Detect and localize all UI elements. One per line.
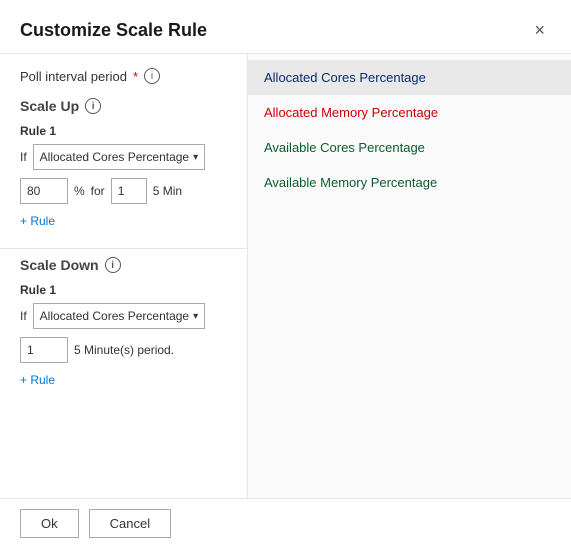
scale-up-for-label: for [91, 184, 105, 198]
scale-down-info-icon[interactable]: i [105, 257, 121, 273]
scale-up-metric-value: Allocated Cores Percentage [40, 150, 189, 164]
scale-down-section: Scale Down i Rule 1 If Allocated Cores P… [0, 257, 247, 399]
dropdown-item-allocated-memory[interactable]: Allocated Memory Percentage [248, 95, 571, 130]
scale-up-time-input[interactable] [111, 178, 147, 204]
scale-up-if-row: If Allocated Cores Percentage ▾ [20, 144, 227, 170]
scale-up-add-rule-button[interactable]: + Rule [20, 212, 55, 230]
scale-down-value-input[interactable] [20, 337, 68, 363]
close-button[interactable]: × [528, 18, 551, 43]
scale-down-metric-dropdown[interactable]: Allocated Cores Percentage ▾ [33, 303, 205, 329]
scale-up-info-icon[interactable]: i [85, 98, 101, 114]
scale-up-metric-dropdown[interactable]: Allocated Cores Percentage ▾ [33, 144, 205, 170]
cancel-button[interactable]: Cancel [89, 509, 171, 538]
metric-dropdown-list: Allocated Cores Percentage Allocated Mem… [248, 54, 571, 206]
poll-interval-row: Poll interval period * i [0, 68, 247, 98]
dialog-title: Customize Scale Rule [20, 20, 207, 41]
dropdown-item-available-memory[interactable]: Available Memory Percentage [248, 165, 571, 200]
scale-down-if-text: If [20, 309, 27, 323]
scale-down-add-rule-button[interactable]: + Rule [20, 371, 55, 389]
scale-down-dropdown-chevron: ▾ [193, 311, 198, 322]
scale-up-section: Scale Up i Rule 1 If Allocated Cores Per… [0, 98, 247, 240]
dialog-body: Poll interval period * i Scale Up i Rule… [0, 54, 571, 498]
scale-up-rule1-label: Rule 1 [20, 124, 227, 138]
scale-up-time-unit: 5 Min [153, 184, 182, 198]
section-divider [0, 248, 247, 249]
ok-button[interactable]: Ok [20, 509, 79, 538]
required-star: * [133, 69, 138, 84]
scale-down-metric-value: Allocated Cores Percentage [40, 309, 189, 323]
dropdown-item-allocated-cores[interactable]: Allocated Cores Percentage [248, 60, 571, 95]
scale-up-dropdown-chevron: ▾ [193, 152, 198, 163]
scale-up-percent-label: % [74, 184, 85, 198]
right-panel: Allocated Cores Percentage Allocated Mem… [248, 54, 571, 498]
scale-down-title: Scale Down i [20, 257, 227, 273]
poll-interval-info-icon[interactable]: i [144, 68, 160, 84]
scale-up-if-text: If [20, 150, 27, 164]
scale-down-rule1-label: Rule 1 [20, 283, 227, 297]
customize-scale-rule-dialog: Customize Scale Rule × Poll interval per… [0, 0, 571, 548]
dialog-header: Customize Scale Rule × [0, 0, 571, 54]
scale-up-value-input[interactable] [20, 178, 68, 204]
scale-up-value-row: % for 5 Min [20, 178, 227, 204]
dialog-footer: Ok Cancel [0, 498, 571, 548]
scale-down-if-row: If Allocated Cores Percentage ▾ [20, 303, 227, 329]
dropdown-item-available-cores[interactable]: Available Cores Percentage [248, 130, 571, 165]
left-panel: Poll interval period * i Scale Up i Rule… [0, 54, 248, 498]
scale-up-title: Scale Up i [20, 98, 227, 114]
scale-down-value-row: 5 Minute(s) period. [20, 337, 227, 363]
poll-interval-label: Poll interval period [20, 69, 127, 84]
scale-down-period-text: 5 Minute(s) period. [74, 343, 174, 357]
